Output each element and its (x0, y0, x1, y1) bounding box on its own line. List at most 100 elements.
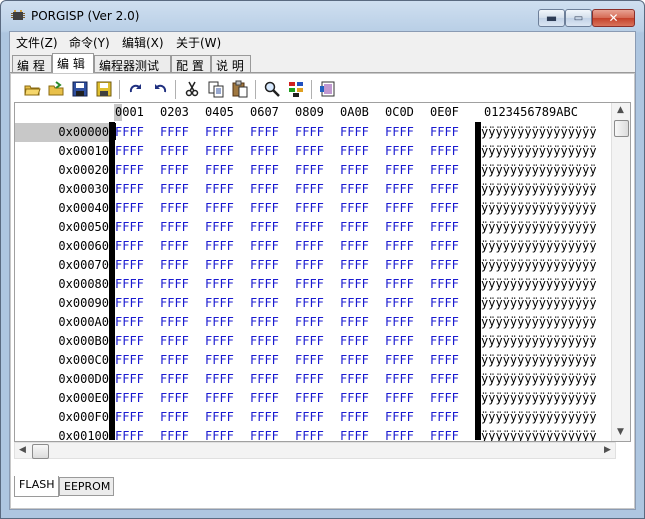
tab-config[interactable]: 配 置 (171, 55, 211, 73)
hex-word-cell[interactable]: FFFF (205, 123, 234, 142)
ascii-cell[interactable]: ÿÿÿÿÿÿÿÿÿÿÿÿÿÿÿÿ (481, 408, 611, 427)
hex-word-cell[interactable]: FFFF (115, 256, 144, 275)
hex-word-cell[interactable]: FFFF (115, 370, 144, 389)
hex-word-cell[interactable]: FFFF (250, 370, 279, 389)
menu-about[interactable]: 关于(W) (176, 34, 221, 51)
hex-word-cell[interactable]: FFFF (205, 294, 234, 313)
hex-word-cell[interactable]: FFFF (160, 408, 189, 427)
hex-word-cell[interactable]: FFFF (205, 332, 234, 351)
address-cell[interactable]: 0x00100 (15, 427, 109, 441)
hex-word-cell[interactable]: FFFF (340, 256, 369, 275)
hex-word-cell[interactable]: FFFF (340, 123, 369, 142)
hex-word-cell[interactable]: FFFF (160, 161, 189, 180)
hex-word-cell[interactable]: FFFF (115, 199, 144, 218)
hex-word-cell[interactable]: FFFF (385, 351, 414, 370)
tab-edit[interactable]: 编 辑 (52, 53, 94, 73)
address-cell[interactable]: 0x00070 (15, 256, 109, 275)
hex-word-cell[interactable]: FFFF (385, 142, 414, 161)
hex-word-cell[interactable]: FFFF (205, 408, 234, 427)
open-icon[interactable] (23, 80, 41, 98)
address-cell[interactable]: 0x000B0 (15, 332, 109, 351)
hex-word-cell[interactable]: FFFF (160, 332, 189, 351)
ascii-cell[interactable]: ÿÿÿÿÿÿÿÿÿÿÿÿÿÿÿÿ (481, 142, 611, 161)
ascii-cell[interactable]: ÿÿÿÿÿÿÿÿÿÿÿÿÿÿÿÿ (481, 161, 611, 180)
hex-word-cell[interactable]: FFFF (250, 180, 279, 199)
open-folder-icon[interactable] (47, 80, 65, 98)
save-icon[interactable] (71, 80, 89, 98)
hex-word-cell[interactable]: FFFF (430, 351, 459, 370)
fill-icon[interactable] (319, 80, 337, 98)
hex-word-cell[interactable]: FFFF (160, 427, 189, 441)
hex-word-cell[interactable]: FFFF (340, 389, 369, 408)
hex-word-cell[interactable]: FFFF (430, 332, 459, 351)
hex-word-cell[interactable]: FFFF (160, 218, 189, 237)
hex-word-cell[interactable]: FFFF (430, 294, 459, 313)
horizontal-scrollbar[interactable]: ◀ ▶ (14, 442, 616, 459)
hex-word-cell[interactable]: FFFF (295, 313, 324, 332)
address-cell[interactable]: 0x00000 (15, 123, 109, 142)
hex-word-cell[interactable]: FFFF (250, 351, 279, 370)
address-cell[interactable]: 0x00060 (15, 237, 109, 256)
hex-word-cell[interactable]: FFFF (340, 142, 369, 161)
hex-word-cell[interactable]: FFFF (295, 180, 324, 199)
hex-word-cell[interactable]: FFFF (295, 237, 324, 256)
hex-word-cell[interactable]: FFFF (430, 123, 459, 142)
hex-word-cell[interactable]: FFFF (205, 142, 234, 161)
find-replace-icon[interactable] (287, 80, 305, 98)
hex-word-cell[interactable]: FFFF (205, 427, 234, 441)
hex-word-cell[interactable]: FFFF (385, 275, 414, 294)
hex-editor[interactable]: 0001 0203 0405 0607 0809 0A0B 0C0D 0E0F 0123456… (14, 102, 631, 442)
undo-icon[interactable] (151, 80, 169, 98)
menu-edit[interactable]: 编辑(X) (122, 34, 164, 51)
hex-word-cell[interactable]: FFFF (250, 332, 279, 351)
hex-word-cell[interactable]: FFFF (115, 180, 144, 199)
paste-icon[interactable] (231, 80, 249, 98)
hex-word-cell[interactable]: FFFF (340, 332, 369, 351)
hex-word-cell[interactable]: FFFF (205, 199, 234, 218)
tab-flash[interactable]: FLASH (14, 476, 59, 497)
hex-word-cell[interactable]: FFFF (340, 161, 369, 180)
hex-word-cell[interactable]: FFFF (115, 218, 144, 237)
hex-word-cell[interactable]: FFFF (295, 123, 324, 142)
maximize-button[interactable]: ▭ (565, 9, 592, 27)
hex-word-cell[interactable]: FFFF (295, 389, 324, 408)
address-cell[interactable]: 0x00050 (15, 218, 109, 237)
hex-word-cell[interactable]: FFFF (295, 370, 324, 389)
hex-word-cell[interactable]: FFFF (115, 408, 144, 427)
hex-word-cell[interactable]: FFFF (160, 275, 189, 294)
address-cell[interactable]: 0x00010 (15, 142, 109, 161)
address-cell[interactable]: 0x00040 (15, 199, 109, 218)
hex-word-cell[interactable]: FFFF (385, 199, 414, 218)
ascii-cell[interactable]: ÿÿÿÿÿÿÿÿÿÿÿÿÿÿÿÿ (481, 275, 611, 294)
hex-word-cell[interactable]: FFFF (160, 294, 189, 313)
scroll-left-icon[interactable]: ◀ (19, 445, 26, 455)
hex-word-cell[interactable]: FFFF (295, 427, 324, 441)
ascii-cell[interactable]: ÿÿÿÿÿÿÿÿÿÿÿÿÿÿÿÿ (481, 237, 611, 256)
hex-word-cell[interactable]: FFFF (250, 294, 279, 313)
ascii-cell[interactable]: ÿÿÿÿÿÿÿÿÿÿÿÿÿÿÿÿ (481, 389, 611, 408)
hex-word-cell[interactable]: FFFF (250, 237, 279, 256)
ascii-cell[interactable]: ÿÿÿÿÿÿÿÿÿÿÿÿÿÿÿÿ (481, 313, 611, 332)
hex-word-cell[interactable]: FFFF (385, 256, 414, 275)
hex-word-cell[interactable]: FFFF (340, 313, 369, 332)
hex-word-cell[interactable]: FFFF (160, 389, 189, 408)
hex-word-cell[interactable]: FFFF (385, 180, 414, 199)
hex-word-cell[interactable]: FFFF (115, 427, 144, 441)
hex-word-cell[interactable]: FFFF (340, 199, 369, 218)
hex-word-cell[interactable]: FFFF (385, 389, 414, 408)
address-cell[interactable]: 0x00090 (15, 294, 109, 313)
hex-word-cell[interactable]: FFFF (430, 313, 459, 332)
address-cell[interactable]: 0x000A0 (15, 313, 109, 332)
hex-word-cell[interactable]: FFFF (385, 294, 414, 313)
hex-word-cell[interactable]: FFFF (340, 237, 369, 256)
hex-word-cell[interactable]: FFFF (160, 313, 189, 332)
hex-word-cell[interactable]: FFFF (340, 351, 369, 370)
hex-word-cell[interactable]: FFFF (295, 161, 324, 180)
hex-word-cell[interactable]: FFFF (430, 142, 459, 161)
hex-word-cell[interactable]: FFFF (385, 332, 414, 351)
hex-word-cell[interactable]: FFFF (385, 427, 414, 441)
hex-word-cell[interactable]: FFFF (385, 161, 414, 180)
hex-word-cell[interactable]: FFFF (295, 218, 324, 237)
address-cell[interactable]: 0x00080 (15, 275, 109, 294)
hex-word-cell[interactable]: FFFF (430, 389, 459, 408)
